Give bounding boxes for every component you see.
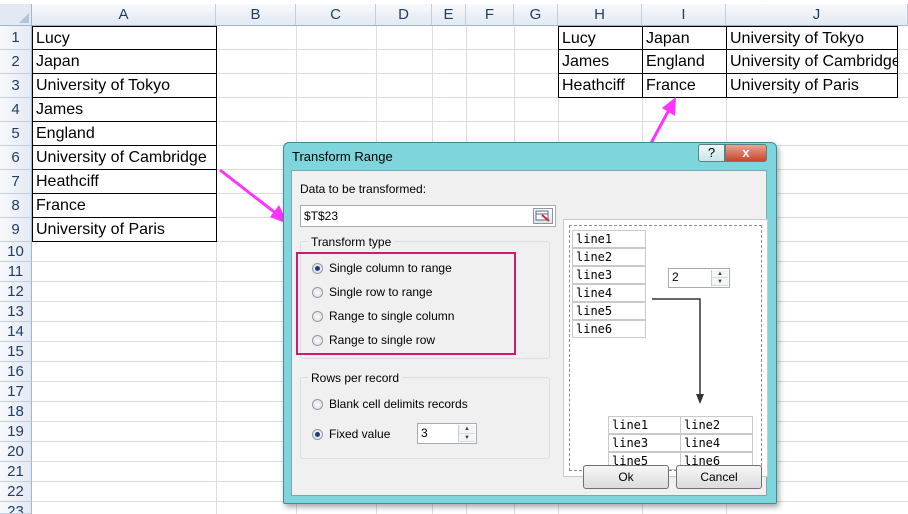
rows-per-record-group xyxy=(300,377,550,459)
fixed-value: 3 xyxy=(421,426,428,440)
preview-result-cell: line2 xyxy=(680,416,753,434)
radio-fixed-value[interactable] xyxy=(312,429,323,440)
preview-result-cell: line3 xyxy=(608,434,681,452)
fixed-value-input[interactable]: 3 ▲ ▼ xyxy=(417,423,477,444)
fixed-value-spinner[interactable]: ▲ ▼ xyxy=(458,425,475,442)
range-input-value: $T$23 xyxy=(304,209,339,223)
help-button[interactable]: ? xyxy=(698,144,725,162)
preview-panel: line1 line2 line3 line4 line5 line6 2 ▲ … xyxy=(563,219,768,477)
arrow-to-result xyxy=(648,97,676,146)
range-input[interactable]: $T$23 xyxy=(300,205,556,227)
radio-blank-cell-delimits[interactable] xyxy=(312,399,323,410)
spin-up-icon[interactable]: ▲ xyxy=(459,425,475,434)
spin-down-icon[interactable]: ▼ xyxy=(459,433,475,442)
arrow-to-dialog xyxy=(219,168,288,224)
preview-frame: line1 line2 line3 line4 line5 line6 2 ▲ … xyxy=(569,225,762,471)
ok-button[interactable]: Ok xyxy=(583,465,669,489)
data-to-transform-label: Data to be transformed: xyxy=(300,182,427,196)
preview-result-cell: line1 xyxy=(608,416,681,434)
range-select-icon xyxy=(535,210,550,222)
option-label[interactable]: Fixed value xyxy=(329,427,390,441)
highlight-box xyxy=(296,252,516,355)
transform-type-label: Transform type xyxy=(308,235,395,249)
option-label[interactable]: Blank cell delimits records xyxy=(329,397,468,411)
close-button[interactable]: x xyxy=(725,144,767,162)
dialog-title: Transform Range xyxy=(292,149,393,164)
rows-per-record-label: Rows per record xyxy=(308,371,403,385)
cancel-button[interactable]: Cancel xyxy=(676,465,762,489)
preview-result-cell: line4 xyxy=(680,434,753,452)
range-picker-button[interactable] xyxy=(533,208,553,224)
